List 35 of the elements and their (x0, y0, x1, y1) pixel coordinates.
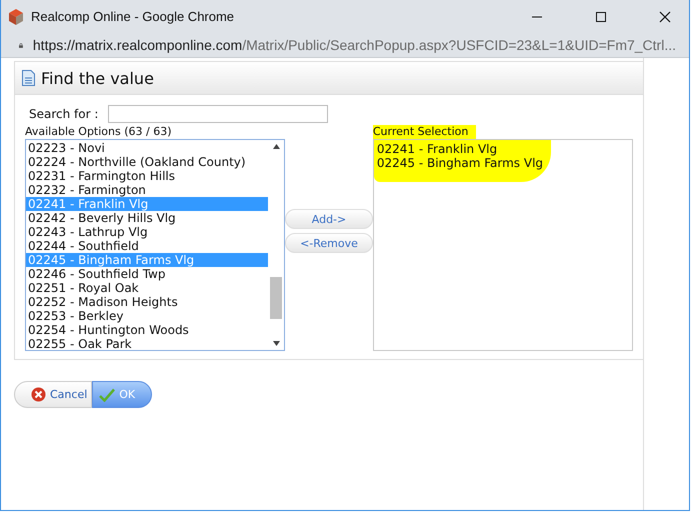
option-item[interactable]: 02223 - Novi (26, 141, 268, 155)
dialog-title: Find the value (41, 68, 154, 88)
move-button[interactable]: <-Remove (285, 233, 373, 253)
current-selection-label: Current Selection (372, 125, 476, 139)
search-field[interactable] (108, 105, 328, 123)
move-button[interactable]: Add-> (285, 209, 373, 229)
option-item[interactable]: 02243 - Lathrup Vlg (26, 225, 268, 239)
scrollbar-thumb[interactable] (270, 277, 282, 319)
option-item[interactable]: 02242 - Beverly Hills Vlg (26, 211, 268, 225)
scroll-up-icon[interactable] (272, 144, 280, 149)
selection-listbox[interactable]: 02241 - Franklin Vlg 02245 - Bingham Farms Vlg (372, 139, 633, 351)
option-item[interactable]: 02253 - Berkley (26, 309, 268, 323)
option-item[interactable]: 02254 - Huntington Woods (26, 323, 268, 337)
close-icon[interactable] (659, 10, 671, 22)
selected-item[interactable]: 02241 - Franklin Vlg (376, 142, 544, 156)
options-listbox[interactable] (25, 139, 286, 351)
cube-logo-icon (9, 8, 23, 24)
selected-item[interactable]: 02245 - Bingham Farms Vlg (376, 156, 544, 170)
scroll-down-icon[interactable] (272, 341, 280, 346)
option-item[interactable]: 02224 - Northville (Oakland County) (26, 155, 268, 169)
option-item[interactable]: 02231 - Farmington Hills (26, 169, 268, 183)
option-item[interactable]: 02246 - Southfield Twp (26, 267, 268, 281)
search-label: Search for : (29, 107, 98, 121)
window-title: Realcomp Online - Google Chrome (31, 9, 234, 24)
available-options-label: Available Options (63 / 63) (25, 125, 173, 139)
checkmark-icon (99, 388, 116, 402)
option-item[interactable]: 02251 - Royal Oak (26, 281, 268, 295)
document-icon (22, 70, 35, 86)
option-item[interactable]: 02252 - Madison Heights (26, 295, 268, 309)
option-item[interactable]: 02232 - Farmington (26, 183, 268, 197)
option-item[interactable]: 02244 - Southfield (26, 239, 268, 253)
cancel-button[interactable]: Cancel (14, 381, 92, 408)
option-item[interactable]: 02255 - Oak Park (26, 337, 268, 350)
cancel-icon (31, 387, 46, 402)
maximize-icon[interactable] (595, 10, 607, 22)
